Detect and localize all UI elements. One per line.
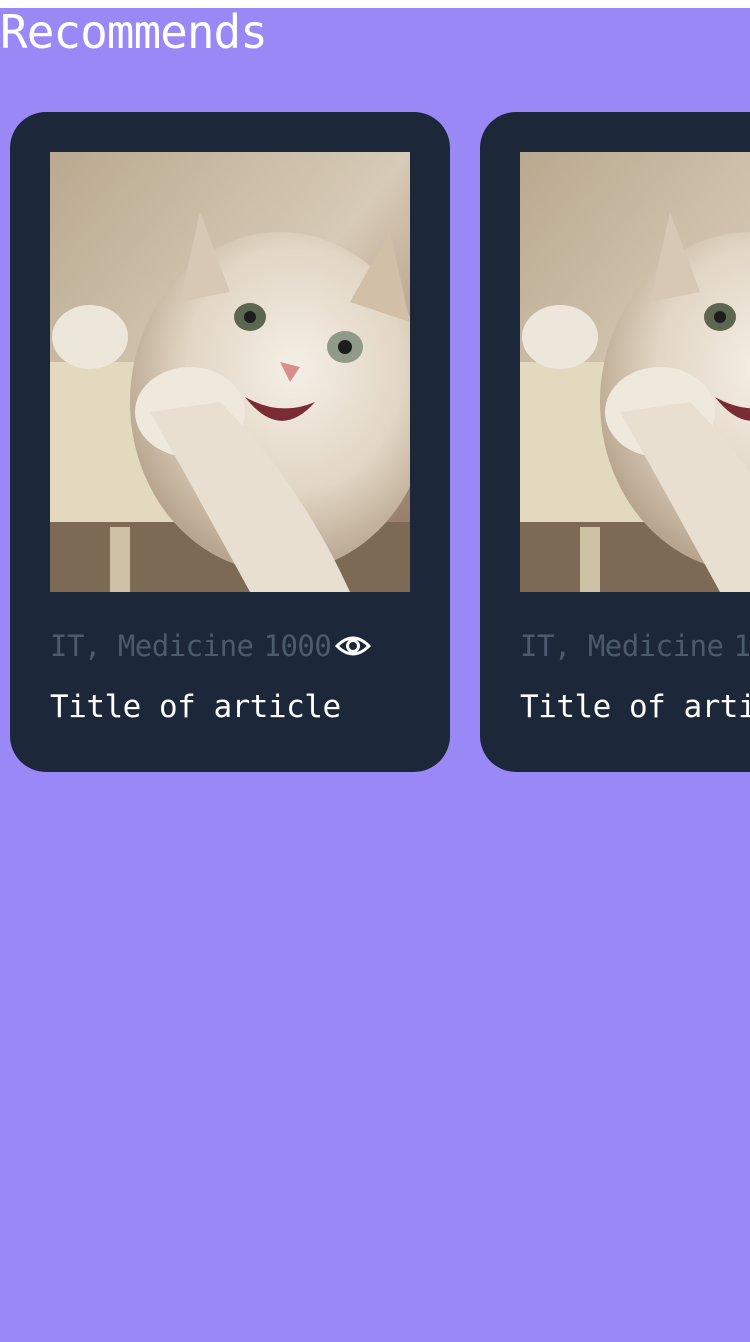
eye-icon	[335, 636, 372, 656]
view-count: 1000	[733, 629, 750, 663]
article-title[interactable]: Title of article	[50, 686, 341, 728]
article-image	[50, 152, 410, 592]
cat-photo-icon	[520, 152, 750, 592]
cat-photo-icon	[50, 152, 410, 592]
article-meta: IT, Medicine 1000	[50, 626, 372, 666]
article-card[interactable]: IT, Medicine 1000 Title of article	[10, 112, 450, 772]
article-categories: IT, Medicine	[50, 629, 254, 663]
recommendations-carousel[interactable]: IT, Medicine 1000 Title of article IT, M…	[10, 112, 750, 772]
article-meta: IT, Medicine 1000	[520, 626, 750, 666]
view-count: 1000	[263, 629, 332, 663]
article-title[interactable]: Title of article	[520, 686, 750, 728]
article-image	[520, 152, 750, 592]
section-title: Recommends	[0, 5, 268, 59]
article-card[interactable]: IT, Medicine 1000 Title of article	[480, 112, 750, 772]
article-categories: IT, Medicine	[520, 629, 724, 663]
